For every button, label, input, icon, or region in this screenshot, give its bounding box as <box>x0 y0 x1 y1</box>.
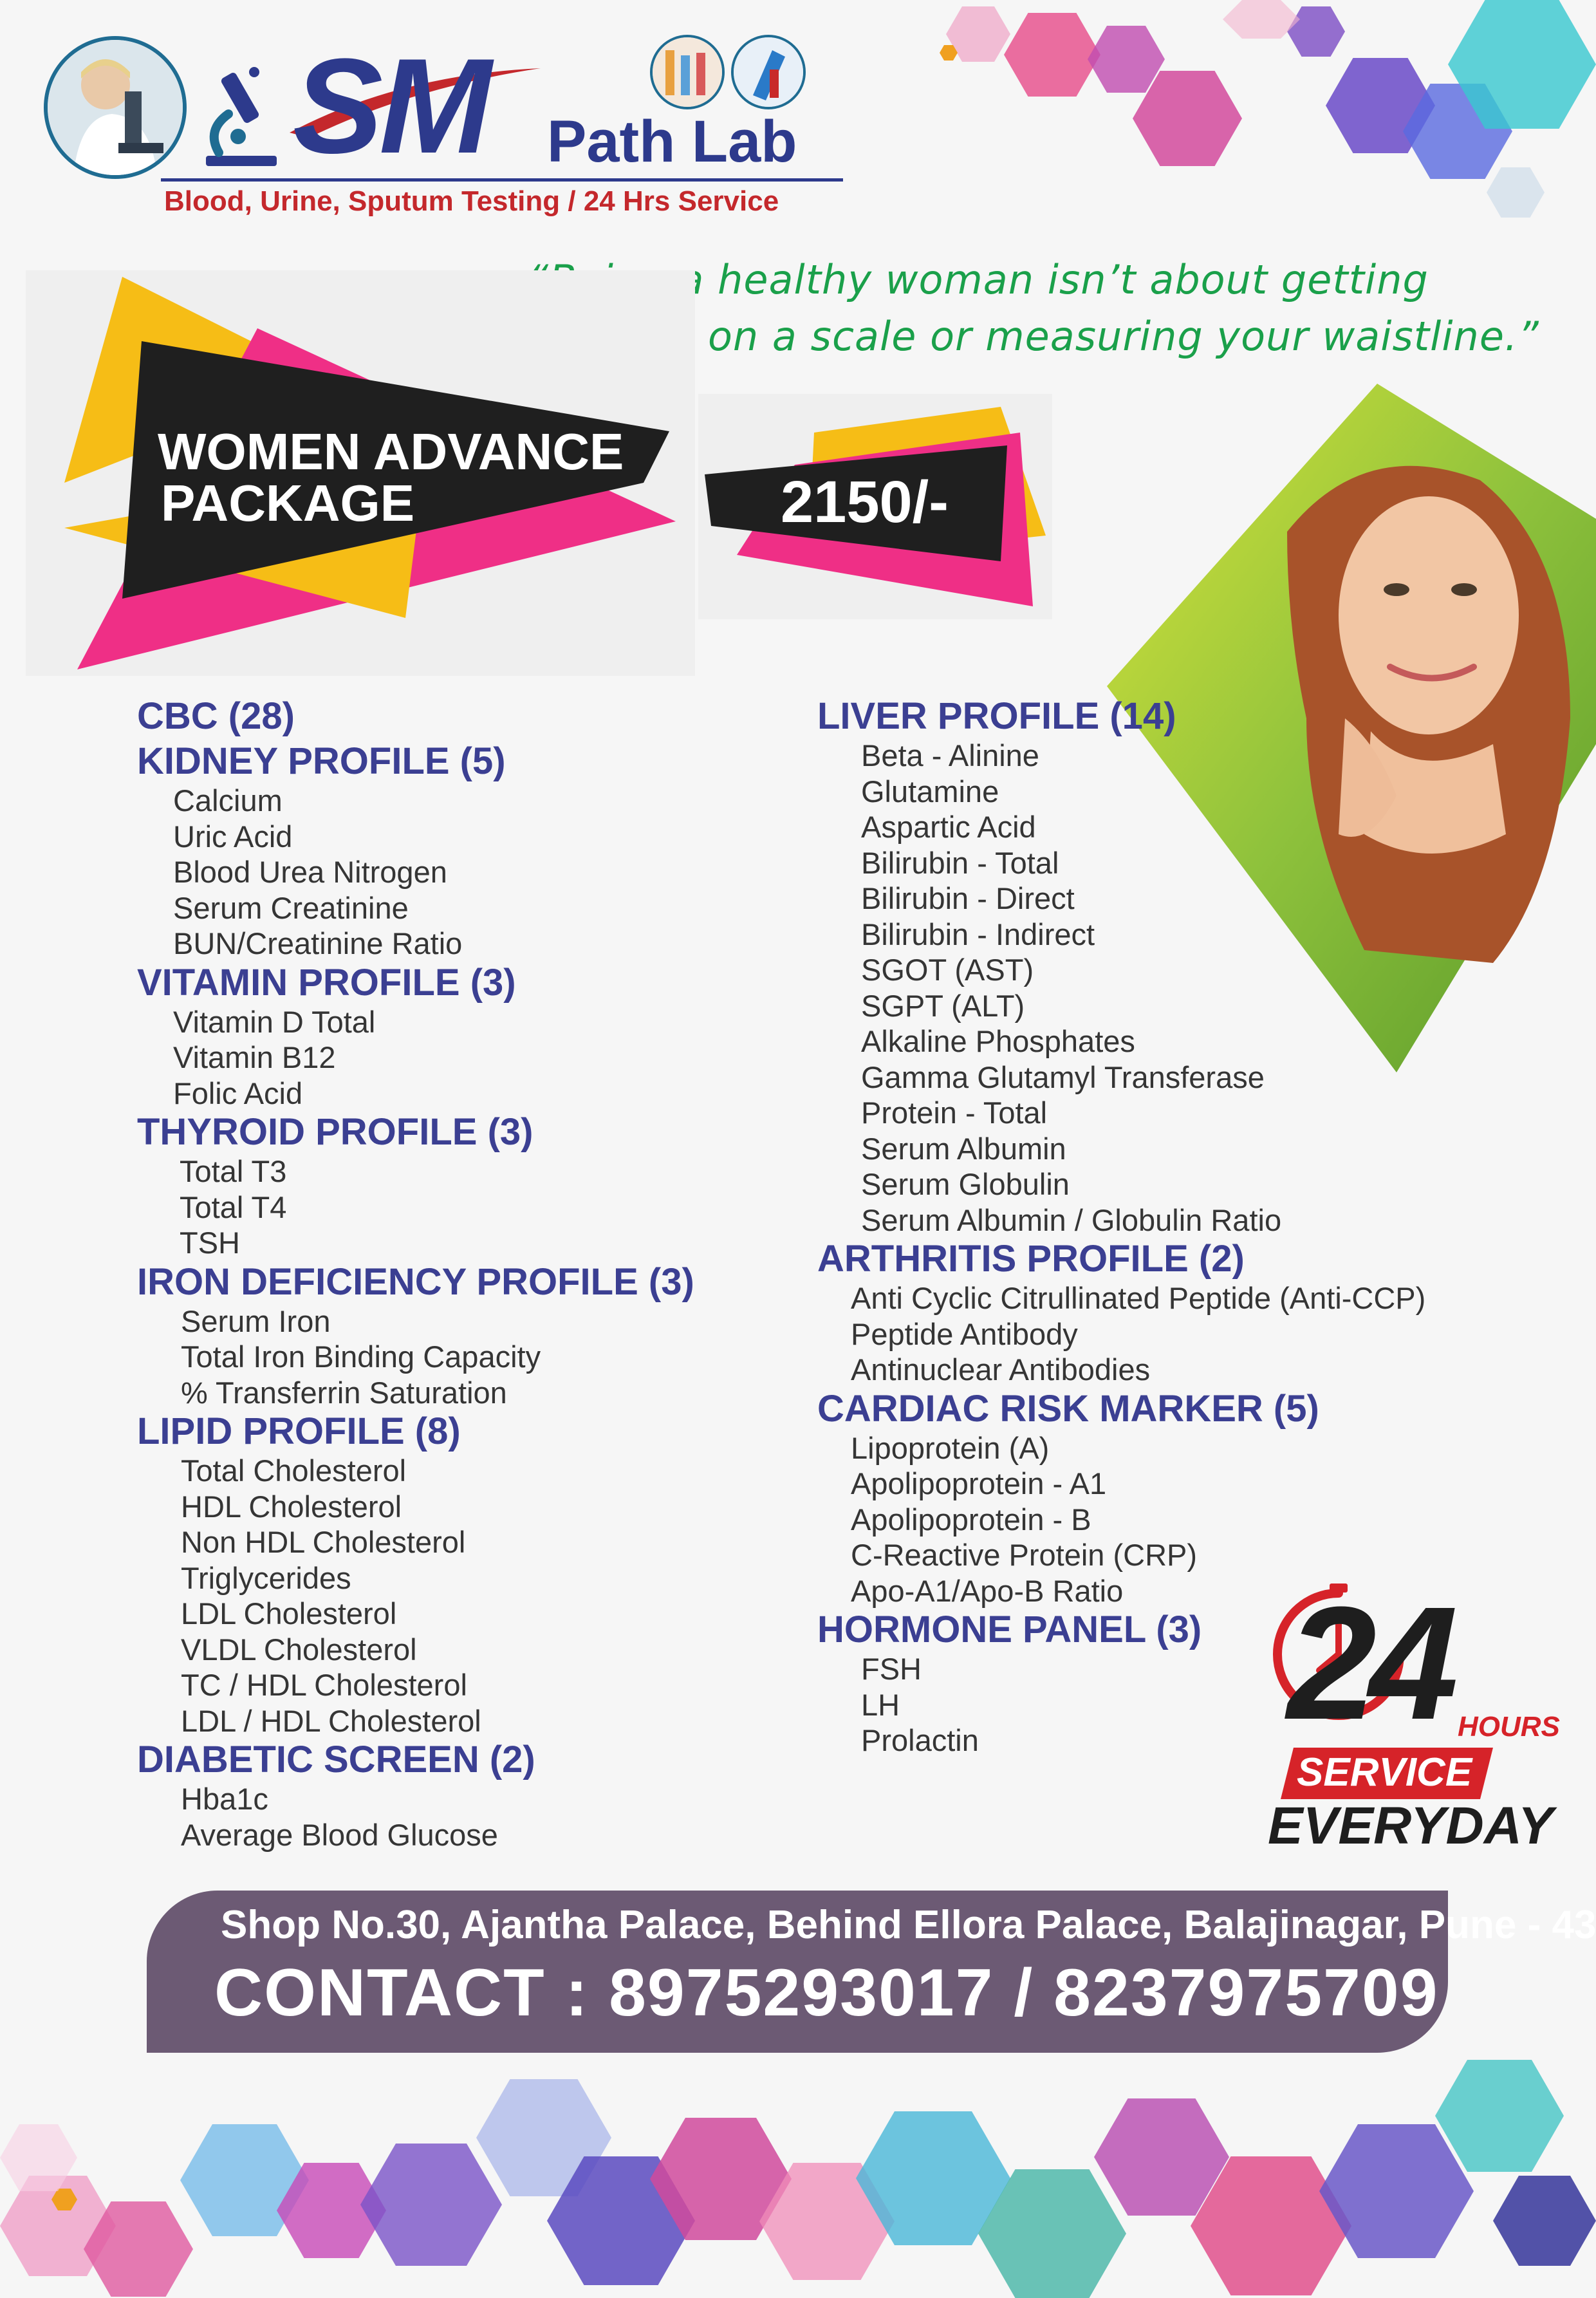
test-tubes-photo <box>650 35 725 109</box>
section-title: THYROID PROFILE (3) <box>137 1111 534 1153</box>
test-item: Hba1c <box>181 1782 268 1816</box>
section-title: VITAMIN PROFILE (3) <box>137 961 516 1004</box>
section-thyroid-profile: THYROID PROFILE (3) Total T3 Total T4 TS… <box>137 1111 781 1261</box>
section-title: LIVER PROFILE (14) <box>817 695 1176 737</box>
section-liver-profile: LIVER PROFILE (14) Beta - Alinine Glutam… <box>817 695 1525 1238</box>
test-item: % Transferrin Saturation <box>181 1375 507 1410</box>
section-title: DIABETIC SCREEN (2) <box>137 1739 535 1780</box>
test-item: Bilirubin - Total <box>861 845 1059 880</box>
badge-number: 24 <box>1287 1573 1458 1753</box>
test-item: TC / HDL Cholesterol <box>181 1668 467 1702</box>
section-title: KIDNEY PROFILE (5) <box>137 740 506 782</box>
test-item: SGPT (ALT) <box>861 988 1025 1023</box>
test-item: BUN/Creatinine Ratio <box>173 926 463 960</box>
footer-contact: CONTACT : 8975293017 / 8237975709 <box>214 1956 1439 2030</box>
scientist-photo <box>44 36 187 179</box>
test-item: Bilirubin - Direct <box>861 881 1075 915</box>
test-item: Lipoprotein (A) <box>851 1430 1050 1465</box>
test-item: LDL Cholesterol <box>181 1596 397 1630</box>
section-title: ARTHRITIS PROFILE (2) <box>817 1238 1245 1280</box>
test-item: Total T4 <box>180 1190 287 1224</box>
test-item: Non HDL Cholesterol <box>181 1525 466 1559</box>
test-item: Triglycerides <box>181 1560 351 1595</box>
footer-address: Shop No.30, Ajantha Palace, Behind Ellor… <box>221 1903 1596 1947</box>
test-item: Gamma Glutamyl Transferase <box>861 1060 1265 1094</box>
left-test-column: CBC (28) KIDNEY PROFILE (5) Calcium Uric… <box>137 695 781 1853</box>
section-cbc: CBC (28) <box>137 695 781 738</box>
test-item: Serum Albumin / Globulin Ratio <box>861 1202 1282 1237</box>
section-title: LIPID PROFILE (8) <box>137 1410 461 1452</box>
test-item: Average Blood Glucose <box>181 1817 498 1852</box>
badge-hours: HOURS <box>1458 1711 1560 1742</box>
test-item: Total T3 <box>180 1154 287 1188</box>
test-item: Total Cholesterol <box>181 1453 407 1488</box>
test-item: Uric Acid <box>173 819 293 854</box>
test-item: Glutamine <box>861 774 999 808</box>
test-item: Beta - Alinine <box>861 738 1039 772</box>
test-item: Alkaline Phosphates <box>861 1024 1135 1058</box>
test-item: TSH <box>180 1226 240 1260</box>
section-arthritis-profile: ARTHRITIS PROFILE (2) Anti Cyclic Citrul… <box>817 1238 1525 1388</box>
service-badge: 24 HOURS SERVICE EVERYDAY <box>1261 1573 1570 1855</box>
test-item: Antinuclear Antibodies <box>851 1352 1151 1387</box>
test-item: Folic Acid <box>173 1076 303 1110</box>
package-title-line-2: PACKAGE <box>161 474 415 532</box>
test-item: Total Iron Binding Capacity <box>181 1340 541 1374</box>
package-title-line-1: WOMEN ADVANCE <box>158 423 624 480</box>
section-kidney-profile: KIDNEY PROFILE (5) Calcium Uric Acid Blo… <box>137 740 781 962</box>
header-rule <box>161 178 843 182</box>
test-item: LDL / HDL Cholesterol <box>181 1703 481 1738</box>
test-item: Serum Iron <box>181 1303 331 1338</box>
test-item: Serum Albumin <box>861 1131 1066 1166</box>
test-item: Vitamin D Total <box>173 1004 376 1039</box>
section-lipid-profile: LIPID PROFILE (8) Total Cholesterol HDL … <box>137 1410 781 1739</box>
microscope-icon <box>193 59 290 172</box>
test-item: Anti Cyclic Citrullinated Peptide (Anti-… <box>851 1281 1426 1315</box>
test-item: Apolipoprotein - A1 <box>851 1466 1107 1500</box>
test-item: HDL Cholesterol <box>181 1489 402 1524</box>
section-title: CARDIAC RISK MARKER (5) <box>817 1387 1319 1430</box>
section-title: IRON DEFICIENCY PROFILE (3) <box>137 1260 694 1303</box>
test-item: Aspartic Acid <box>861 810 1036 844</box>
badge-service: SERVICE <box>1297 1750 1472 1795</box>
quote-line-2: on a scale or measuring your waistline.” <box>708 313 1539 360</box>
test-item: Calcium <box>173 783 283 817</box>
test-item: Vitamin B12 <box>173 1040 336 1074</box>
test-item: Serum Globulin <box>861 1167 1070 1201</box>
brand-name: Path Lab <box>547 109 797 174</box>
test-item: Blood Urea Nitrogen <box>173 855 447 889</box>
package-price: 2150/- <box>781 469 949 535</box>
test-item: Bilirubin - Indirect <box>861 917 1095 951</box>
test-item: SGOT (AST) <box>861 953 1034 987</box>
test-item: VLDL Cholesterol <box>181 1632 417 1667</box>
logo-text: SM <box>293 30 492 182</box>
section-iron-deficiency-profile: IRON DEFICIENCY PROFILE (3) Serum Iron T… <box>137 1261 781 1411</box>
section-vitamin-profile: VITAMIN PROFILE (3) Vitamin D Total Vita… <box>137 962 781 1112</box>
test-item: Protein - Total <box>861 1096 1048 1130</box>
section-diabetic-screen: DIABETIC SCREEN (2) Hba1c Average Blood … <box>137 1739 781 1853</box>
test-item: Serum Creatinine <box>173 890 409 925</box>
blood-sample-photo <box>731 35 806 109</box>
test-item: C-Reactive Protein (CRP) <box>851 1538 1198 1572</box>
tagline: Blood, Urine, Sputum Testing / 24 Hrs Se… <box>164 185 779 217</box>
badge-everyday: EVERYDAY <box>1268 1797 1554 1855</box>
section-title: CBC (28) <box>137 695 295 737</box>
test-item: Apolipoprotein - B <box>851 1502 1091 1537</box>
test-item: Peptide Antibody <box>851 1316 1078 1351</box>
